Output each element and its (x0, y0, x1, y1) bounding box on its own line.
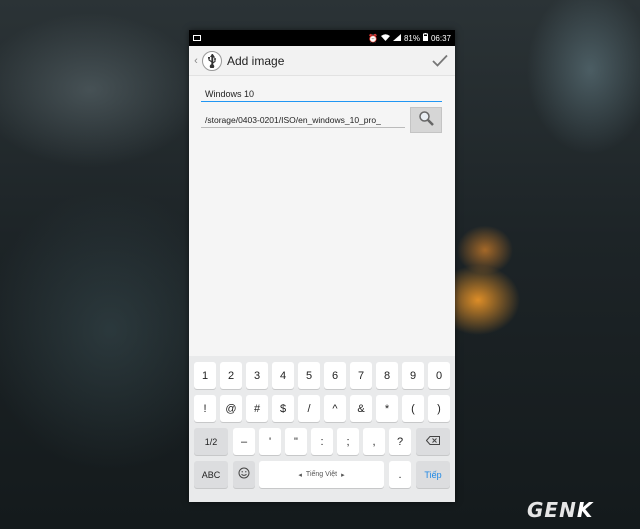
backspace-icon (425, 435, 440, 448)
key-dash[interactable]: – (233, 428, 255, 455)
key-7[interactable]: 7 (350, 362, 372, 389)
battery-percent: 81% (403, 33, 420, 43)
key-at[interactable]: @ (220, 395, 242, 422)
wifi-icon (380, 33, 390, 43)
key-semicolon[interactable]: ; (337, 428, 359, 455)
genk-logo: GENK (527, 498, 593, 522)
key-quote[interactable]: " (285, 428, 307, 455)
key-hash[interactable]: # (246, 395, 268, 422)
space-key[interactable]: ◂ Tiếng Việt ▸ (259, 461, 384, 488)
confirm-check-icon[interactable] (425, 54, 455, 67)
key-close-paren[interactable]: ) (428, 395, 450, 422)
chevron-left-icon: ◂ (298, 471, 302, 479)
status-bar: ⏰ 81% 06:37 (189, 30, 455, 46)
phone-screen: ⏰ 81% 06:37 ‹ Add image Windows 10 /stor… (189, 30, 455, 502)
page-title: Add image (227, 53, 285, 68)
key-exclamation[interactable]: ! (194, 395, 216, 422)
key-3[interactable]: 3 (246, 362, 268, 389)
space-key-label-group: ◂ Tiếng Việt ▸ (298, 471, 344, 479)
key-comma[interactable]: , (363, 428, 385, 455)
backspace-key[interactable] (416, 428, 450, 455)
image-path-input[interactable]: /storage/0403-0201/ISO/en_windows_10_pro… (201, 114, 405, 128)
key-ampersand[interactable]: & (350, 395, 372, 422)
search-icon (418, 110, 434, 131)
key-period[interactable]: . (389, 461, 411, 488)
key-apostrophe[interactable]: ' (259, 428, 281, 455)
keyboard-row-bottom: ABC ◂ Tiếng Việt ▸ . Tiếp (189, 461, 455, 494)
smiley-icon (238, 467, 250, 482)
key-5[interactable]: 5 (298, 362, 320, 389)
form-area: Windows 10 /storage/0403-0201/ISO/en_win… (189, 76, 455, 386)
app-bar: ‹ Add image (189, 46, 455, 76)
alarm-icon: ⏰ (367, 33, 378, 43)
emoji-key[interactable] (233, 461, 255, 488)
battery-icon (422, 33, 428, 43)
key-question[interactable]: ? (389, 428, 411, 455)
key-colon[interactable]: : (311, 428, 333, 455)
language-label: Tiếng Việt (305, 471, 338, 478)
key-dollar[interactable]: $ (272, 395, 294, 422)
key-abc[interactable]: ABC (194, 461, 228, 488)
chevron-right-icon: ▸ (341, 471, 345, 479)
key-caret[interactable]: ^ (324, 395, 346, 422)
image-name-input[interactable]: Windows 10 (201, 88, 442, 102)
key-8[interactable]: 8 (376, 362, 398, 389)
logo-text: GEN (527, 498, 577, 522)
keyboard-row-symbols: ! @ # $ / ^ & * ( ) (189, 395, 455, 428)
next-key[interactable]: Tiếp (416, 461, 450, 488)
keyboard-row-punctuation: 1/2 – ' " : ; , ? (189, 428, 455, 461)
key-9[interactable]: 9 (402, 362, 424, 389)
key-slash[interactable]: / (298, 395, 320, 422)
back-chevron-icon[interactable]: ‹ (191, 55, 201, 67)
key-2[interactable]: 2 (220, 362, 242, 389)
clock: 06:37 (430, 33, 451, 43)
gallery-notification-icon (193, 35, 201, 41)
signal-icon (392, 33, 401, 43)
key-open-paren[interactable]: ( (402, 395, 424, 422)
key-1[interactable]: 1 (194, 362, 216, 389)
logo-text-k: K (576, 498, 594, 522)
key-page-switch[interactable]: 1/2 (194, 428, 228, 455)
browse-button[interactable] (410, 107, 442, 133)
on-screen-keyboard: 1 2 3 4 5 6 7 8 9 0 ! @ # $ / ^ & * ( ) … (189, 356, 455, 502)
key-6[interactable]: 6 (324, 362, 346, 389)
key-0[interactable]: 0 (428, 362, 450, 389)
key-asterisk[interactable]: * (376, 395, 398, 422)
key-4[interactable]: 4 (272, 362, 294, 389)
keyboard-row-numbers: 1 2 3 4 5 6 7 8 9 0 (189, 362, 455, 395)
usb-icon[interactable] (202, 50, 222, 71)
